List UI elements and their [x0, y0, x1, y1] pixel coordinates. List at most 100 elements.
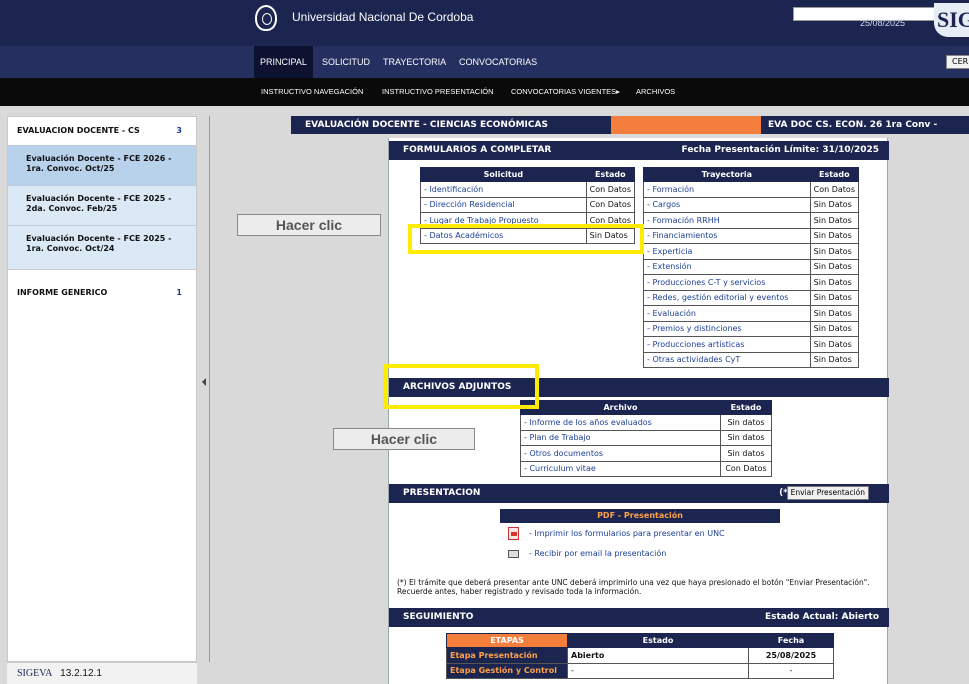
sidebar-group-count: 3 — [176, 126, 182, 135]
status-cell: Sin Datos — [809, 258, 860, 275]
nav-convocatorias[interactable]: CONVOCATORIAS — [453, 46, 543, 78]
presentacion-title: PRESENTACION — [403, 488, 481, 498]
archivo-link[interactable]: Plan de Trabajo — [529, 433, 590, 442]
top-header: Universidad Nacional De Cordoba 25/08/20… — [0, 0, 969, 46]
cerrar-button[interactable]: CER — [946, 55, 969, 69]
version-number: 13.2.12.1 — [60, 668, 102, 679]
presentacion-header: PRESENTACION (*) Enviar Presentación — [389, 484, 889, 503]
status-cell: Sin datos — [720, 445, 772, 462]
table-row[interactable]: - Cargos Sin Datos — [643, 196, 860, 213]
archivo-link[interactable]: Otros documentos — [529, 449, 603, 458]
sidebar-item-line1: Evaluación Docente - FCE 2026 - — [26, 154, 172, 163]
table-row: Etapa Presentación Abierto 25/08/2025 — [446, 647, 834, 664]
pdf-presentacion-box: PDF - Presentación - Imprimir los formul… — [500, 509, 780, 565]
sidebar-item-line1: Evaluación Docente - FCE 2025 - — [26, 234, 172, 243]
table-row[interactable]: - Extensión Sin Datos — [643, 258, 860, 275]
sidebar-item-line1: Evaluación Docente - FCE 2025 - — [26, 194, 172, 203]
status-cell: Sin Datos — [809, 351, 860, 368]
sidebar-item-fce2025-1ra[interactable]: Evaluación Docente - FCE 2025 - 1ra. Con… — [8, 225, 196, 269]
table-row[interactable]: - Formación RRHH Sin Datos — [643, 212, 860, 229]
nav-trayectoria[interactable]: TRAYECTORIA — [377, 46, 452, 78]
column-header: Trayectoria — [643, 167, 811, 182]
table-row[interactable]: - Evaluación Sin Datos — [643, 305, 860, 322]
solicitud-link[interactable]: Dirección Residencial — [429, 200, 514, 209]
sidebar-group-informe[interactable]: INFORME GENERICO 1 — [8, 279, 196, 307]
table-row[interactable]: - Identificación Con Datos — [420, 181, 636, 198]
column-header: Estado — [720, 400, 772, 415]
print-forms-row[interactable]: - Imprimir los formularios para presenta… — [508, 527, 725, 541]
status-cell: Con Datos — [809, 181, 860, 198]
trayectoria-link[interactable]: Producciones C-T y servicios — [652, 278, 765, 287]
solicitud-link[interactable]: Identificación — [429, 185, 483, 194]
email-row[interactable]: - Recibir por email la presentación — [508, 547, 666, 561]
print-forms-link[interactable]: - Imprimir los formularios para presenta… — [529, 529, 725, 538]
trayectoria-link[interactable]: Experticia — [652, 247, 692, 256]
collapse-arrow-icon[interactable] — [202, 378, 206, 386]
trayectoria-table: Trayectoria Estado - Formación Con Datos … — [643, 167, 860, 368]
sidebar-item-line2: 1ra. Convoc. Oct/24 — [26, 244, 115, 253]
pdf-title: PDF - Presentación — [500, 509, 780, 523]
presentacion-note: (*) El trámite que deberá presentar ante… — [397, 578, 870, 596]
sidebar-item-fce2025-2da[interactable]: Evaluación Docente - FCE 2025 - 2da. Con… — [8, 185, 196, 225]
nav-principal[interactable]: PRINCIPAL — [254, 46, 313, 78]
trayectoria-link[interactable]: Extensión — [652, 262, 691, 271]
table-row[interactable]: - Experticia Sin Datos — [643, 243, 860, 260]
nav-instructivo-navegacion[interactable]: INSTRUCTIVO NAVEGACIÓN — [261, 78, 363, 106]
trayectoria-link[interactable]: Formación RRHH — [652, 216, 719, 225]
table-row: Etapa Gestión y Control - - — [446, 662, 834, 679]
table-row[interactable]: - Curriculum vitae Con Datos — [520, 460, 772, 477]
table-row[interactable]: - Formación Con Datos — [643, 181, 860, 198]
trayectoria-link[interactable]: Premios y distinciones — [652, 324, 741, 333]
main-nav: PRINCIPAL SOLICITUD TRAYECTORIA CONVOCAT… — [0, 46, 969, 78]
university-name: Universidad Nacional De Cordoba — [292, 10, 474, 24]
status-cell: Sin Datos — [809, 274, 860, 291]
archivo-link[interactable]: Informe de los años evaluados — [529, 418, 651, 427]
nav-convocatorias-vigentes[interactable]: CONVOCATORIAS VIGENTES▸ — [511, 78, 620, 106]
table-row[interactable]: - Redes, gestión editorial y eventos Sin … — [643, 289, 860, 306]
trayectoria-link[interactable]: Financiamientos — [652, 231, 717, 240]
trayectoria-link[interactable]: Evaluación — [652, 309, 695, 318]
table-row[interactable]: - Financiamientos Sin Datos — [643, 227, 860, 244]
table-row[interactable]: - Producciones C-T y servicios Sin Datos — [643, 274, 860, 291]
highlight-archivos-adjuntos — [383, 364, 539, 409]
archivo-link[interactable]: Curriculum vitae — [529, 464, 595, 473]
nav-archivos[interactable]: ARCHIVOS — [636, 78, 675, 106]
column-header: Fecha — [748, 633, 834, 648]
trayectoria-link[interactable]: Otras actividades CyT — [652, 355, 740, 364]
trayectoria-link[interactable]: Redes, gestión editorial y eventos — [652, 293, 788, 302]
column-header: ETAPAS — [446, 633, 568, 648]
table-row[interactable]: - Producciones artísticas Sin Datos — [643, 336, 860, 353]
convocatoria-title-band: EVALUACIÓN DOCENTE - CIENCIAS ECONÓMICAS… — [291, 116, 969, 148]
sidebar-group-count: 1 — [176, 288, 182, 297]
sidebar-item-fce2026[interactable]: Evaluación Docente - FCE 2026 - 1ra. Con… — [8, 145, 196, 185]
enviar-presentacion-button[interactable]: Enviar Presentación — [786, 486, 869, 500]
sub-nav: INSTRUCTIVO NAVEGACIÓN INSTRUCTIVO PRESE… — [0, 78, 969, 106]
sidebar-group-evaluacion[interactable]: EVALUACION DOCENTE - CS 3 — [8, 117, 196, 145]
column-header: Estado — [567, 633, 749, 648]
table-row[interactable]: - Premios y distinciones Sin Datos — [643, 320, 860, 337]
trayectoria-link[interactable]: Cargos — [652, 200, 680, 209]
hacer-clic-label-2: Hacer clic — [333, 428, 475, 450]
trayectoria-link[interactable]: Formación — [652, 185, 694, 194]
table-row[interactable]: - Otras actividades CyT Sin Datos — [643, 351, 860, 368]
status-cell: Sin Datos — [809, 212, 860, 229]
deadline-text: Fecha Presentación Límite: 31/10/2025 — [681, 145, 879, 155]
email-link[interactable]: - Recibir por email la presentación — [529, 549, 666, 558]
sidebar-divider — [8, 269, 196, 270]
table-row[interactable]: - Informe de los años evaluados Sin datos — [520, 414, 772, 431]
table-row[interactable]: - Otros documentos Sin datos — [520, 445, 772, 462]
nav-instructivo-presentacion[interactable]: INSTRUCTIVO PRESENTACIÓN — [382, 78, 494, 106]
sidebar-item-line2: 1ra. Convoc. Oct/25 — [26, 164, 115, 173]
table-row[interactable]: - Dirección Residencial Con Datos — [420, 196, 636, 213]
table-row[interactable]: - Plan de Trabajo Sin datos — [520, 429, 772, 446]
seguimiento-table: ETAPAS Estado Fecha Etapa Presentación A… — [446, 633, 834, 679]
nav-solicitud[interactable]: SOLICITUD — [316, 46, 376, 78]
status-cell: Sin Datos — [809, 289, 860, 306]
formularios-title: FORMULARIOS A COMPLETAR — [403, 145, 552, 155]
sidebar: EVALUACION DOCENTE - CS 3 Evaluación Doc… — [7, 116, 197, 662]
sidebar-splitter[interactable] — [209, 116, 210, 662]
column-header: Archivo — [520, 400, 721, 415]
sidebar-group-label: INFORME GENERICO — [17, 288, 108, 297]
trayectoria-link[interactable]: Producciones artísticas — [652, 340, 744, 349]
status-cell: Con Datos — [585, 181, 636, 198]
